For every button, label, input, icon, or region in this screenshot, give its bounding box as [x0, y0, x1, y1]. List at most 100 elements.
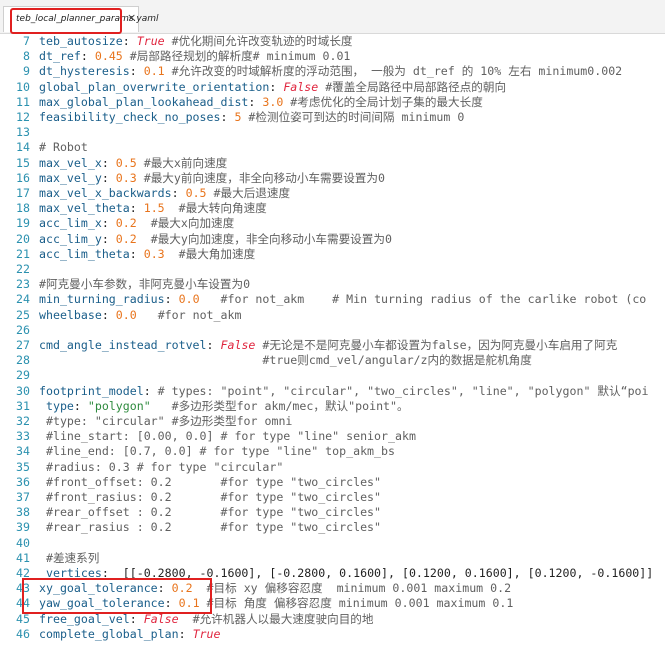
code-line[interactable]: 24 min_turning_radius: 0.0 #for not_akm #… [0, 291, 665, 307]
code-token: : [101, 216, 116, 231]
code-text[interactable]: max_vel_x: 0.5 #最大x前向速度 [39, 155, 227, 171]
code-line[interactable]: 37 #front_rasius: 0.2 #for type "two_cir… [0, 489, 665, 505]
code-text[interactable]: #阿克曼小车参数，非阿克曼小车设置为0 [39, 276, 250, 292]
code-line[interactable]: 25 wheelbase: 0.0 #for not_akm [0, 307, 665, 323]
code-token: min_turning_radius [39, 292, 165, 307]
code-text[interactable]: acc_lim_x: 0.2 #最大x向加速度 [39, 215, 234, 231]
code-text[interactable]: min_turning_radius: 0.0 #for not_akm # M… [39, 291, 646, 307]
line-number: 7 [23, 34, 30, 48]
code-line[interactable]: 17 max_vel_x_backwards: 0.5 #最大后退速度 [0, 185, 665, 201]
code-line[interactable]: 12 feasibility_check_no_poses: 5 #检测位姿可到达… [0, 109, 665, 125]
code-text[interactable]: dt_ref: 0.45 #局部路径规划的解析度# minimum 0.01 [39, 48, 350, 64]
code-token: max_vel_x [39, 155, 102, 170]
code-line[interactable]: 10 global_plan_overwrite_orientation: Fal… [0, 79, 665, 95]
code-line[interactable]: 11 max_global_plan_lookahead_dist: 3.0 #考… [0, 94, 665, 110]
code-text[interactable]: max_vel_theta: 1.5 #最大转向角速度 [39, 200, 267, 216]
code-token: wheelbase [39, 307, 102, 322]
line-number: 14 [16, 140, 30, 155]
code-token: acc_lim_x [39, 216, 102, 231]
code-token: teb_autosize [39, 34, 123, 48]
line-number: 24 [16, 292, 30, 307]
code-line[interactable]: 34 #line_end: [0.7, 0.0] # for type "lin… [0, 443, 665, 459]
code-text[interactable]: #rear_rasius : 0.2 #for type "two_circle… [39, 519, 381, 535]
code-text[interactable]: max_vel_y: 0.3 #最大y前向速度，非全向移动小车需要设置为0 [39, 170, 385, 186]
code-line[interactable]: 18 max_vel_theta: 1.5 #最大转向角速度 [0, 200, 665, 216]
highlight-goal-tolerance-box [22, 578, 212, 614]
code-text[interactable]: acc_lim_theta: 0.3 #最大角加速度 [39, 246, 255, 262]
code-token: : [101, 307, 116, 322]
code-line[interactable]: 26 [0, 322, 665, 338]
line-number: 38 [16, 505, 30, 520]
code-text[interactable]: feasibility_check_no_poses: 5 #检测位姿可到达的时… [39, 109, 464, 125]
code-text[interactable]: #front_rasius: 0.2 #for type "two_circle… [39, 489, 381, 505]
code-text[interactable]: complete_global_plan: True [39, 626, 221, 642]
code-line[interactable]: 13 [0, 124, 665, 140]
code-text[interactable]: #radius: 0.3 # for type "circular" [39, 459, 283, 475]
code-text[interactable]: global_plan_overwrite_orientation: False… [39, 79, 506, 95]
code-text[interactable]: #line_end: [0.7, 0.0] # for type "line" … [39, 443, 395, 459]
code-line[interactable]: 7 teb_autosize: True #优化期间允许改变轨迹的时域长度 [0, 33, 665, 49]
code-token: max_global_plan_lookahead_dist [39, 94, 249, 109]
code-text[interactable]: #type: "circular" #多边形类型for omni [39, 413, 292, 429]
code-text[interactable]: #front_offset: 0.2 #for type "two_circle… [39, 474, 381, 490]
code-line[interactable]: 31 type: "polygon" #多边形类型for akm/mec，默认"… [0, 398, 665, 414]
code-text[interactable]: #差速系列 [39, 550, 99, 566]
code-text[interactable]: footprint_model: # types: "point", "circ… [39, 383, 649, 399]
code-line[interactable]: 41 #差速系列 [0, 550, 665, 566]
code-text[interactable]: #rear_offset : 0.2 #for type "two_circle… [39, 504, 381, 520]
code-line[interactable]: 23 #阿克曼小车参数，非阿克曼小车设置为0 [0, 276, 665, 292]
code-line[interactable]: 38 #rear_offset : 0.2 #for type "two_cir… [0, 504, 665, 520]
line-number: 28 [16, 353, 30, 368]
code-token: #局部路径规划的解析度# minimum 0.01 [122, 49, 351, 64]
code-text[interactable]: #true则cmd_vel/angular/z内的数据是舵机角度 [39, 352, 532, 368]
code-line[interactable]: 29 [0, 367, 665, 383]
line-number: 16 [16, 170, 30, 185]
line-number: 10 [16, 79, 30, 94]
code-token: : [171, 186, 186, 200]
code-text[interactable]: # Robot [39, 139, 88, 155]
code-line[interactable]: 9 dt_hysteresis: 0.1 #允许改变的时域解析度的浮动范围， 一般… [0, 63, 665, 79]
code-token: #允许改变的时域解析度的浮动范围， 一般为 dt_ref 的 10% 左右 mi… [164, 64, 623, 79]
code-text[interactable]: wheelbase: 0.0 #for not_akm [39, 307, 241, 323]
code-text[interactable]: max_global_plan_lookahead_dist: 3.0 #考虑优… [39, 94, 483, 110]
code-text[interactable]: max_vel_x_backwards: 0.5 #最大后退速度 [39, 185, 290, 201]
code-line[interactable]: 46 complete_global_plan: True [0, 626, 665, 642]
code-token: #rear_offset : 0.2 #for type "two_circle… [39, 505, 382, 520]
code-token: #最大转向角速度 [164, 201, 267, 216]
code-line[interactable]: 15 max_vel_x: 0.5 #最大x前向速度 [0, 155, 665, 171]
code-line[interactable]: 21 acc_lim_theta: 0.3 #最大角加速度 [0, 246, 665, 262]
code-line[interactable]: 40 [0, 535, 665, 551]
code-token: : [269, 79, 284, 94]
code-line[interactable]: 19 acc_lim_x: 0.2 #最大x向加速度 [0, 215, 665, 231]
code-token: #优化期间允许改变轨迹的时域长度 [164, 34, 353, 48]
code-text[interactable]: type: "polygon" #多边形类型for akm/mec，默认"poi… [39, 398, 409, 414]
code-line[interactable]: 8 dt_ref: 0.45 #局部路径规划的解析度# minimum 0.01 [0, 48, 665, 64]
code-token: dt_ref [39, 49, 81, 64]
code-line[interactable]: 39 #rear_rasius : 0.2 #for type "two_cir… [0, 519, 665, 535]
code-line[interactable]: 35 #radius: 0.3 # for type "circular" [0, 459, 665, 475]
code-text[interactable]: #line_start: [0.00, 0.0] # for type "lin… [39, 428, 416, 444]
code-text[interactable]: dt_hysteresis: 0.1 #允许改变的时域解析度的浮动范围， 一般为… [39, 63, 622, 79]
code-text[interactable]: cmd_angle_instead_rotvel: False #无论是不是阿克… [39, 337, 617, 353]
code-line[interactable]: 20 acc_lim_y: 0.2 #最大y向加速度，非全向移动小车需要设置为0 [0, 231, 665, 247]
code-token: #radius: 0.3 # for type "circular" [39, 459, 284, 474]
code-text[interactable]: acc_lim_y: 0.2 #最大y向加速度，非全向移动小车需要设置为0 [39, 231, 392, 247]
code-line[interactable]: 14 # Robot [0, 139, 665, 155]
code-line[interactable]: 30 footprint_model: # types: "point", "ci… [0, 383, 665, 399]
code-editor[interactable]: 7 teb_autosize: True #优化期间允许改变轨迹的时域长度 8 dt_… [0, 33, 665, 653]
code-line[interactable]: 33 #line_start: [0.00, 0.0] # for type "… [0, 428, 665, 444]
code-line[interactable]: 16 max_vel_y: 0.3 #最大y前向速度，非全向移动小车需要设置为0 [0, 170, 665, 186]
line-number: 32 [16, 414, 30, 428]
code-token: #最大y前向速度，非全向移动小车需要设置为0 [136, 170, 385, 185]
close-icon[interactable]: × [127, 11, 136, 24]
code-line[interactable]: 28 #true则cmd_vel/angular/z内的数据是舵机角度 [0, 352, 665, 368]
code-token: #多边形类型for akm/mec，默认"point"。 [150, 398, 409, 413]
code-text[interactable]: teb_autosize: True #优化期间允许改变轨迹的时域长度 [39, 33, 353, 49]
code-line[interactable]: 27 cmd_angle_instead_rotvel: False #无论是不是… [0, 337, 665, 353]
code-line[interactable]: 36 #front_offset: 0.2 #for type "two_cir… [0, 474, 665, 490]
code-token: acc_lim_y [39, 231, 102, 246]
tab-highlight-box [10, 8, 122, 34]
code-token: 0.2 [115, 216, 137, 231]
code-line[interactable]: 32 #type: "circular" #多边形类型for omni [0, 413, 665, 429]
code-line[interactable]: 22 [0, 261, 665, 277]
